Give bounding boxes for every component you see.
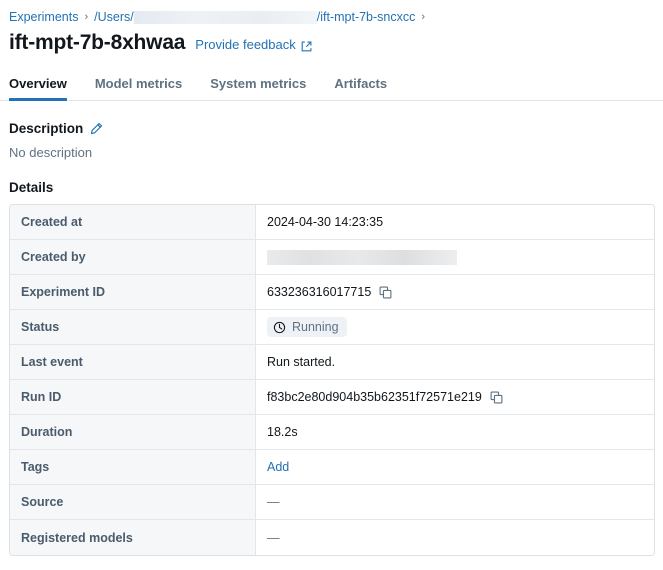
breadcrumb-user-path[interactable]: /Users/ /ift-mpt-7b-sncxcc bbox=[94, 9, 415, 25]
row-value-last-event: Run started. bbox=[256, 345, 654, 379]
row-value-duration: 18.2s bbox=[256, 415, 654, 449]
copy-icon[interactable] bbox=[490, 391, 503, 404]
add-tag-link[interactable]: Add bbox=[267, 460, 289, 474]
row-label-last-event: Last event bbox=[10, 345, 256, 379]
row-label-duration: Duration bbox=[10, 415, 256, 449]
breadcrumb-experiments-link[interactable]: Experiments bbox=[9, 9, 78, 25]
row-value-registered-models: — bbox=[256, 520, 654, 555]
row-value-created-by bbox=[256, 240, 654, 274]
row-value-experiment-id: 633236316017715 bbox=[256, 275, 654, 309]
row-label-run-id: Run ID bbox=[10, 380, 256, 414]
row-value-source: — bbox=[256, 485, 654, 519]
table-row: Created by bbox=[10, 240, 654, 275]
description-header: Description bbox=[9, 121, 663, 136]
description-body: No description bbox=[9, 145, 93, 160]
tab-system-metrics[interactable]: System metrics bbox=[210, 76, 306, 101]
experiment-id-value: 633236316017715 bbox=[267, 285, 372, 299]
table-row: Created at 2024-04-30 14:23:35 bbox=[10, 205, 654, 240]
provide-feedback-label: Provide feedback bbox=[195, 37, 296, 52]
redacted-created-by bbox=[267, 249, 457, 265]
table-row: Run ID f83bc2e80d904b35b62351f72571e219 bbox=[10, 380, 654, 415]
tab-bar: Overview Model metrics System metrics Ar… bbox=[0, 71, 663, 101]
provide-feedback-link[interactable]: Provide feedback bbox=[195, 37, 312, 52]
row-label-registered-models: Registered models bbox=[10, 520, 256, 555]
copy-icon[interactable] bbox=[379, 286, 392, 299]
table-row: Source — bbox=[10, 485, 654, 520]
row-value-tags: Add bbox=[256, 450, 654, 484]
row-label-created-at: Created at bbox=[10, 205, 256, 239]
page-title: ift-mpt-7b-8xhwaa bbox=[9, 31, 186, 54]
run-id-value: f83bc2e80d904b35b62351f72571e219 bbox=[267, 390, 482, 404]
table-row: Experiment ID 633236316017715 bbox=[10, 275, 654, 310]
tab-overview[interactable]: Overview bbox=[9, 76, 67, 101]
breadcrumb-separator-2: › bbox=[421, 11, 426, 23]
breadcrumb-separator-1: › bbox=[84, 11, 89, 23]
page-header: ift-mpt-7b-8xhwaa Provide feedback bbox=[0, 25, 663, 55]
pencil-icon[interactable] bbox=[90, 122, 103, 135]
row-label-tags: Tags bbox=[10, 450, 256, 484]
row-value-run-id: f83bc2e80d904b35b62351f72571e219 bbox=[256, 380, 654, 414]
row-value-status: Running bbox=[256, 310, 654, 344]
row-label-source: Source bbox=[10, 485, 256, 519]
status-badge: Running bbox=[267, 317, 347, 337]
tab-model-metrics[interactable]: Model metrics bbox=[95, 76, 182, 101]
breadcrumb: Experiments › /Users//ift-mpt-7b-sncxcc … bbox=[0, 0, 663, 25]
row-value-created-at: 2024-04-30 14:23:35 bbox=[256, 205, 654, 239]
table-row: Last event Run started. bbox=[10, 345, 654, 380]
row-label-created-by: Created by bbox=[10, 240, 256, 274]
breadcrumb-path-prefix: /Users/ bbox=[94, 10, 134, 24]
description-title: Description bbox=[9, 121, 84, 136]
status-label: Running bbox=[292, 320, 339, 334]
breadcrumb-path-suffix: /ift-mpt-7b-sncxcc bbox=[316, 10, 416, 24]
tab-artifacts[interactable]: Artifacts bbox=[334, 76, 387, 101]
table-row: Status Running bbox=[10, 310, 654, 345]
row-label-status: Status bbox=[10, 310, 256, 344]
external-link-icon bbox=[301, 40, 312, 52]
table-row: Duration 18.2s bbox=[10, 415, 654, 450]
table-row: Registered models — bbox=[10, 520, 654, 555]
details-title: Details bbox=[9, 180, 54, 195]
row-label-experiment-id: Experiment ID bbox=[10, 275, 256, 309]
table-row: Tags Add bbox=[10, 450, 654, 485]
clock-icon bbox=[273, 321, 286, 334]
redacted-username bbox=[133, 10, 317, 24]
details-table: Created at 2024-04-30 14:23:35 Created b… bbox=[9, 204, 655, 556]
overview-panel: Description No description Details Creat… bbox=[0, 121, 663, 556]
